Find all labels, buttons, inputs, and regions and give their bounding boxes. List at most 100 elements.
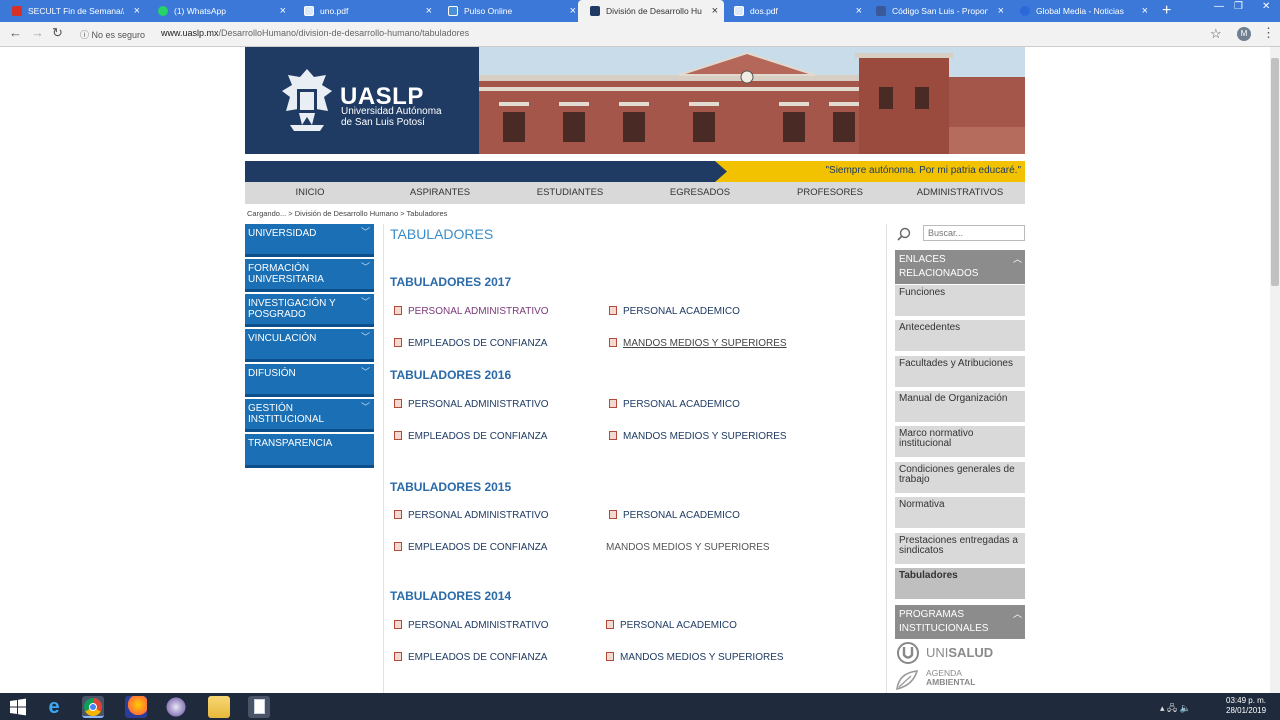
gmail-icon (12, 6, 22, 16)
breadcrumb[interactable]: Cargando... > División de Desarrollo Hum… (247, 209, 447, 218)
link-label: MANDOS MEDIOS Y SUPERIORES (606, 542, 770, 553)
browser-tab[interactable]: dos.pdf × (722, 0, 868, 22)
url-field[interactable]: www.uaslp.mx/DesarrolloHumano/division-d… (161, 28, 469, 38)
nav-item-administrativos[interactable]: ADMINISTRATIVOS (895, 182, 1025, 204)
pdf-link[interactable]: EMPLEADOS DE CONFIANZA (394, 652, 547, 663)
sidebar-item-universidad[interactable]: UNIVERSIDAD ﹀ (245, 224, 374, 257)
browser-tab-active[interactable]: División de Desarrollo Huma × (578, 0, 724, 22)
app-icon[interactable] (165, 696, 187, 718)
pdf-link[interactable]: PERSONAL ADMINISTRATIVO (394, 306, 549, 317)
pdf-link[interactable]: PERSONAL ADMINISTRATIVO (394, 399, 549, 410)
uaslp-logo[interactable]: UASLP Universidad Autónoma de San Luis Po… (245, 47, 479, 154)
related-link[interactable]: Funciones (895, 285, 1025, 318)
pdf-link[interactable]: MANDOS MEDIOS Y SUPERIORES (606, 652, 784, 663)
related-link[interactable]: Normativa (895, 497, 1025, 530)
browser-menu-icon[interactable]: ⋮ (1262, 25, 1275, 41)
nav-item-aspirantes[interactable]: ASPIRANTES (375, 182, 505, 204)
link-label: PERSONAL ACADEMICO (623, 306, 740, 317)
close-tab-icon[interactable]: × (426, 0, 432, 22)
close-tab-icon[interactable]: × (280, 0, 286, 22)
unisalud-logo[interactable]: UNISALUD (897, 642, 997, 664)
text-link[interactable]: MANDOS MEDIOS Y SUPERIORES (606, 542, 770, 553)
close-tab-icon[interactable]: × (570, 0, 576, 22)
close-tab-icon[interactable]: × (856, 0, 862, 22)
related-link-active[interactable]: Tabuladores (895, 568, 1025, 601)
related-link[interactable]: Manual de Organización (895, 391, 1025, 424)
close-tab-icon[interactable]: × (134, 0, 140, 22)
sidebar-item-transparencia[interactable]: TRANSPARENCIA (245, 434, 374, 468)
pdf-link[interactable]: EMPLEADOS DE CONFIANZA (394, 338, 547, 349)
pdf-link[interactable]: PERSONAL ACADEMICO (609, 510, 740, 521)
back-icon[interactable]: ← (9, 25, 22, 40)
pdf-link[interactable]: PERSONAL ADMINISTRATIVO (394, 620, 549, 631)
close-tab-icon[interactable]: × (712, 0, 718, 22)
network-icon[interactable]: 🖧 (1167, 703, 1177, 713)
sidebar-item-vinculacion[interactable]: VINCULACIÓN ﹀ (245, 329, 374, 362)
chevron-up-icon[interactable]: ▴ (1160, 703, 1165, 713)
windows-start-icon[interactable] (7, 696, 29, 718)
restore-button[interactable]: ❐ (1234, 0, 1243, 14)
pdf-icon (606, 652, 614, 661)
sidebar-item-investigacion[interactable]: INVESTIGACIÓN Y POSGRADO ﹀ (245, 294, 374, 327)
sidebar-item-label: FORMACIÓN UNIVERSITARIA (248, 263, 324, 285)
pdf-link[interactable]: EMPLEADOS DE CONFIANZA (394, 542, 547, 553)
forward-icon[interactable]: → (31, 25, 44, 40)
sidebar-item-label: DIFUSIÓN (248, 368, 296, 379)
document-icon (734, 6, 744, 16)
close-tab-icon[interactable]: × (998, 0, 1004, 22)
internet-explorer-icon[interactable]: e (43, 696, 65, 718)
bookmark-star-icon[interactable]: ☆ (1210, 26, 1222, 42)
profile-avatar[interactable]: M (1237, 27, 1251, 41)
related-link[interactable]: Prestaciones entregadas a sindicatos (895, 533, 1025, 566)
browser-tab[interactable]: Código San Luis - Propone × (864, 0, 1010, 22)
new-tab-button[interactable]: + (1162, 2, 1171, 20)
notepad-icon[interactable] (248, 696, 270, 718)
browser-tab[interactable]: Global Media - Noticias × (1008, 0, 1154, 22)
system-tray[interactable]: ▴ 🖧 🔈 (1160, 701, 1191, 717)
nav-item-inicio[interactable]: INICIO (245, 182, 375, 204)
agenda-ambiental-logo[interactable]: AGENDA AMBIENTAL (895, 669, 995, 693)
pdf-link[interactable]: PERSONAL ACADEMICO (609, 306, 740, 317)
pdf-link[interactable]: EMPLEADOS DE CONFIANZA (394, 431, 547, 442)
related-link[interactable]: Facultades y Atribuciones (895, 356, 1025, 389)
file-explorer-icon[interactable] (208, 696, 230, 718)
section-heading: TABULADORES 2016 (390, 368, 512, 382)
link-label: EMPLEADOS DE CONFIANZA (408, 652, 548, 663)
security-indicator[interactable]: ⓘ No es seguro (80, 28, 145, 41)
nav-item-profesores[interactable]: PROFESORES (765, 182, 895, 204)
search-input[interactable] (923, 225, 1025, 241)
close-tab-icon[interactable]: × (1142, 0, 1148, 22)
sidebar-item-gestion[interactable]: GESTIÓN INSTITUCIONAL ﹀ (245, 399, 374, 432)
reload-icon[interactable]: ↻ (52, 25, 63, 41)
scrollbar-thumb[interactable] (1271, 58, 1279, 286)
pdf-link[interactable]: MANDOS MEDIOS Y SUPERIORES (609, 338, 787, 349)
browser-tab[interactable]: Pulso Online × (436, 0, 582, 22)
pdf-link[interactable]: PERSONAL ACADEMICO (606, 620, 737, 631)
browser-tab[interactable]: SECULT Fin de Semana// SE × (0, 0, 146, 22)
nav-item-egresados[interactable]: EGRESADOS (635, 182, 765, 204)
speaker-icon[interactable]: 🔈 (1180, 703, 1191, 713)
firefox-icon[interactable] (125, 696, 147, 718)
nav-item-estudiantes[interactable]: ESTUDIANTES (505, 182, 635, 204)
programs-header[interactable]: PROGRAMAS INSTITUCIONALES ︿ (895, 605, 1025, 639)
pdf-link[interactable]: MANDOS MEDIOS Y SUPERIORES (609, 431, 787, 442)
browser-tab[interactable]: (1) WhatsApp × (146, 0, 292, 22)
sidebar-item-label: UNIVERSIDAD (248, 228, 317, 239)
agenda-text-bold: AMBIENTAL (926, 677, 976, 687)
browser-tab[interactable]: uno.pdf × (292, 0, 438, 22)
sidebar-item-difusion[interactable]: DIFUSIÓN ﹀ (245, 364, 374, 397)
related-link[interactable]: Condiciones generales de trabajo (895, 462, 1025, 495)
facebook-icon (876, 6, 886, 16)
related-links-header[interactable]: ENLACES RELACIONADOS ︿ (895, 250, 1025, 284)
related-link[interactable]: Marco normativo institucional (895, 426, 1025, 459)
minimize-button[interactable]: — (1214, 0, 1224, 14)
sidebar-item-formacion[interactable]: FORMACIÓN UNIVERSITARIA ﹀ (245, 259, 374, 292)
pdf-link[interactable]: PERSONAL ACADEMICO (609, 399, 740, 410)
pdf-icon (394, 620, 402, 629)
related-link[interactable]: Antecedentes (895, 320, 1025, 353)
window-close-button[interactable]: ✕ (1262, 0, 1270, 14)
system-clock[interactable]: 03:49 p. m. 28/01/2019 (1226, 696, 1266, 716)
search-icon[interactable] (897, 227, 911, 241)
pdf-link[interactable]: PERSONAL ADMINISTRATIVO (394, 510, 549, 521)
chrome-icon[interactable] (82, 696, 104, 718)
